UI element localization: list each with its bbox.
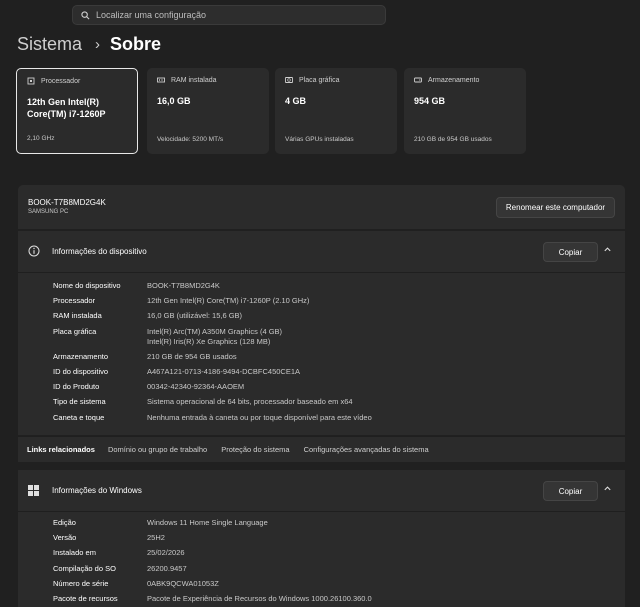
info-key: Pacote de recursos [53,593,118,603]
windows-info-list: Edição Windows 11 Home Single Language Ve… [53,518,372,607]
spec-sub: 210 GB de 954 GB usados [414,136,492,143]
spec-label: Placa gráfica [299,76,340,84]
gpu-icon [285,77,293,83]
spec-card-processor[interactable]: Processador 12th Gen Intel(R) Core(TM) i… [16,68,138,154]
info-key: Instalado em [53,548,96,558]
device-info-header[interactable]: Informações do dispositivo Copiar [18,231,625,273]
section-title: Informações do Windows [52,486,142,495]
search-icon [81,10,90,19]
search-box[interactable]: Localizar uma configuração [72,5,386,25]
spec-label: Processador [41,77,81,85]
info-value-line2: Intel(R) Iris(R) Xe Graphics (128 MB) [147,336,271,346]
breadcrumb-sistema[interactable]: Sistema [17,34,82,55]
info-row: Armazenamento 210 GB de 954 GB usados [53,352,372,362]
spec-value: 4 GB [285,96,307,106]
info-key: Número de série [53,578,109,588]
info-key: Tipo de sistema [53,397,106,407]
info-key: Nome do dispositivo [53,281,121,290]
spec-sub: 2,10 GHz [27,135,55,142]
device-info-section: Informações do dispositivo Copiar Nome d… [18,231,625,435]
info-row: Instalado em 25/02/2026 [53,548,372,558]
info-key: Placa gráfica [53,326,97,336]
spec-value-line2: Core(TM) i7-1260P [27,109,106,119]
info-row: Versão 25H2 [53,533,372,543]
info-row: Pacote de recursos Pacote de Experiência … [53,594,372,604]
info-value: Sistema operacional de 64 bits, processa… [147,397,353,407]
info-row: Compilação do SO 26200.9457 [53,564,372,574]
chevron-right-icon: › [95,36,101,53]
info-value: Pacote de Experiência de Recursos do Win… [147,593,372,603]
info-value: 26200.9457 [147,563,187,573]
page-title: Sobre [110,34,162,54]
windows-info-header[interactable]: Informações do Windows Copiar [18,470,625,512]
info-value: 16,0 GB (utilizável: 15,6 GB) [147,311,243,321]
copy-button[interactable]: Copiar [543,481,598,501]
info-value: Nenhuma entrada à caneta ou por toque di… [147,412,372,422]
info-value: A467A121-0713-4186-9494-DCBFC450CE1A [147,366,301,376]
info-row: RAM instalada 16,0 GB (utilizável: 15,6 G… [53,311,372,321]
windows-info-section: Informações do Windows Copiar Edição Wind… [18,470,625,607]
spec-card-ram[interactable]: RAM instalada 16,0 GB Velocidade: 5200 M… [147,68,269,154]
related-links-bar: Links relacionados Domínio ou grupo de t… [18,436,625,462]
spec-value: 16,0 GB [157,96,191,106]
info-row: Nome do dispositivo BOOK-T7B8MD2G4K [53,281,372,291]
spec-sub: Velocidade: 5200 MT/s [157,136,224,143]
spec-card-storage[interactable]: Armazenamento 954 GB 210 GB de 954 GB us… [404,68,526,154]
info-value: 12th Gen Intel(R) Core(TM) i7-1260P (2.1… [147,296,310,306]
info-row: Número de série 0ABK9QCWA01053Z [53,579,372,589]
spec-card-gpu[interactable]: Placa gráfica 4 GB Várias GPUs instalada… [275,68,397,154]
breadcrumb: Sistema › Sobre [17,34,161,55]
info-value: 0ABK9QCWA01053Z [147,578,219,588]
info-key: Versão [53,533,77,543]
device-name: BOOK-T7B8MD2G4K [28,198,106,207]
processor-icon [27,77,35,85]
chevron-up-icon[interactable] [603,245,612,254]
info-value: Windows 11 Home Single Language [147,518,268,527]
info-value: 00342-42340-92364-AAOEM [147,382,245,392]
info-value: 25H2 [147,533,165,543]
info-value: BOOK-T7B8MD2G4K [147,281,220,290]
info-row: Processador 12th Gen Intel(R) Core(TM) i7… [53,296,372,306]
info-row: Placa gráfica Intel(R) Arc(TM) A350M Grap… [53,327,372,347]
copy-button[interactable]: Copiar [543,242,598,262]
spec-sub: Várias GPUs instaladas [285,136,354,143]
info-key: ID do dispositivo [53,366,109,376]
spec-value: 12th Gen Intel(R) Core(TM) i7-1260P [27,96,127,120]
info-value-line1: Intel(R) Arc(TM) A350M Graphics (4 GB) [147,326,283,336]
info-key: Edição [53,518,76,527]
link-advanced-settings[interactable]: Configurações avançadas do sistema [304,445,429,454]
rename-computer-button[interactable]: Renomear este computador [496,197,615,218]
info-value: 25/02/2026 [147,548,185,558]
spec-value: 954 GB [414,96,446,106]
info-value: Intel(R) Arc(TM) A350M Graphics (4 GB) In… [147,327,282,347]
info-key: Caneta e toque [53,412,105,422]
info-row: ID do dispositivo A467A121-0713-4186-9494… [53,367,372,377]
info-key: Compilação do SO [53,563,116,573]
ram-icon [157,77,165,83]
info-row: ID do Produto 00342-42340-92364-AAOEM [53,382,372,392]
link-system-protection[interactable]: Proteção do sistema [221,445,289,454]
info-row: Caneta e toque Nenhuma entrada à caneta o… [53,413,372,423]
device-maker: SAMSUNG PC [28,209,69,215]
related-links-label: Links relacionados [27,445,95,454]
storage-icon [414,77,422,83]
device-header: BOOK-T7B8MD2G4K SAMSUNG PC Renomear este… [18,185,625,229]
info-key: RAM instalada [53,311,102,321]
link-domain-workgroup[interactable]: Domínio ou grupo de trabalho [108,445,207,454]
spec-label: RAM instalada [171,76,217,84]
info-icon [28,245,40,257]
windows-logo-icon [28,485,39,496]
chevron-up-icon[interactable] [603,484,612,493]
info-key: Processador [53,296,96,306]
spec-value-line1: 12th Gen Intel(R) [27,97,100,107]
info-key: Armazenamento [53,351,109,361]
section-title: Informações do dispositivo [52,247,147,256]
info-row: Edição Windows 11 Home Single Language [53,518,372,528]
info-value: 210 GB de 954 GB usados [147,351,237,361]
search-input[interactable]: Localizar uma configuração [96,10,206,20]
spec-label: Armazenamento [428,76,480,84]
info-key: ID do Produto [53,382,100,392]
info-row: Tipo de sistema Sistema operacional de 64… [53,397,372,407]
device-info-list: Nome do dispositivo BOOK-T7B8MD2G4K Proce… [53,281,372,428]
